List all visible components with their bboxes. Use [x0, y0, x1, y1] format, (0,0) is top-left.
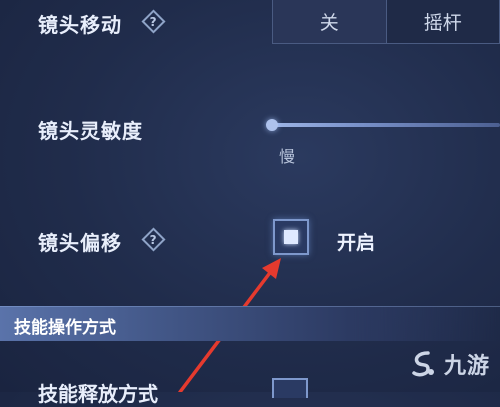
section-title: 技能操作方式: [14, 318, 116, 338]
jiuyou-logo-icon: [412, 351, 434, 377]
skill-release-label: 技能释放方式: [38, 382, 158, 406]
watermark-text: 九游: [443, 354, 490, 379]
skill-release-checkbox[interactable]: [272, 378, 308, 398]
watermark: 九游: [408, 348, 490, 380]
